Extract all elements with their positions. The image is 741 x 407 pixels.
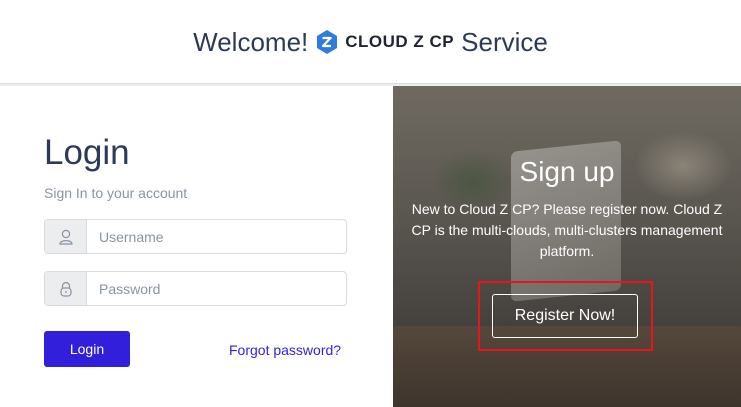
header-bar: Welcome! CLOUD Z CP Service — [0, 0, 741, 84]
forgot-password-link[interactable]: Forgot password? — [229, 341, 341, 359]
login-subtitle: Sign In to your account — [44, 185, 188, 201]
username-field — [44, 219, 347, 254]
highlight-box — [478, 281, 653, 351]
welcome-banner: Welcome! CLOUD Z CP Service — [0, 0, 741, 84]
username-input[interactable] — [87, 220, 346, 253]
service-text: Service — [461, 26, 548, 57]
brand-name: CLOUD Z CP — [345, 32, 455, 51]
hexagon-z-icon — [317, 30, 338, 54]
password-field — [44, 271, 347, 306]
lock-icon — [45, 272, 87, 305]
user-icon — [45, 220, 87, 253]
welcome-text: Welcome! — [193, 26, 309, 57]
brand: CLOUD Z CP — [316, 30, 454, 54]
signup-title: Sign up — [519, 156, 615, 187]
password-input[interactable] — [87, 272, 346, 305]
signup-description: New to Cloud Z CP? Please register now. … — [411, 201, 723, 259]
login-button[interactable]: Login — [44, 331, 130, 367]
login-title: Login — [44, 133, 130, 172]
